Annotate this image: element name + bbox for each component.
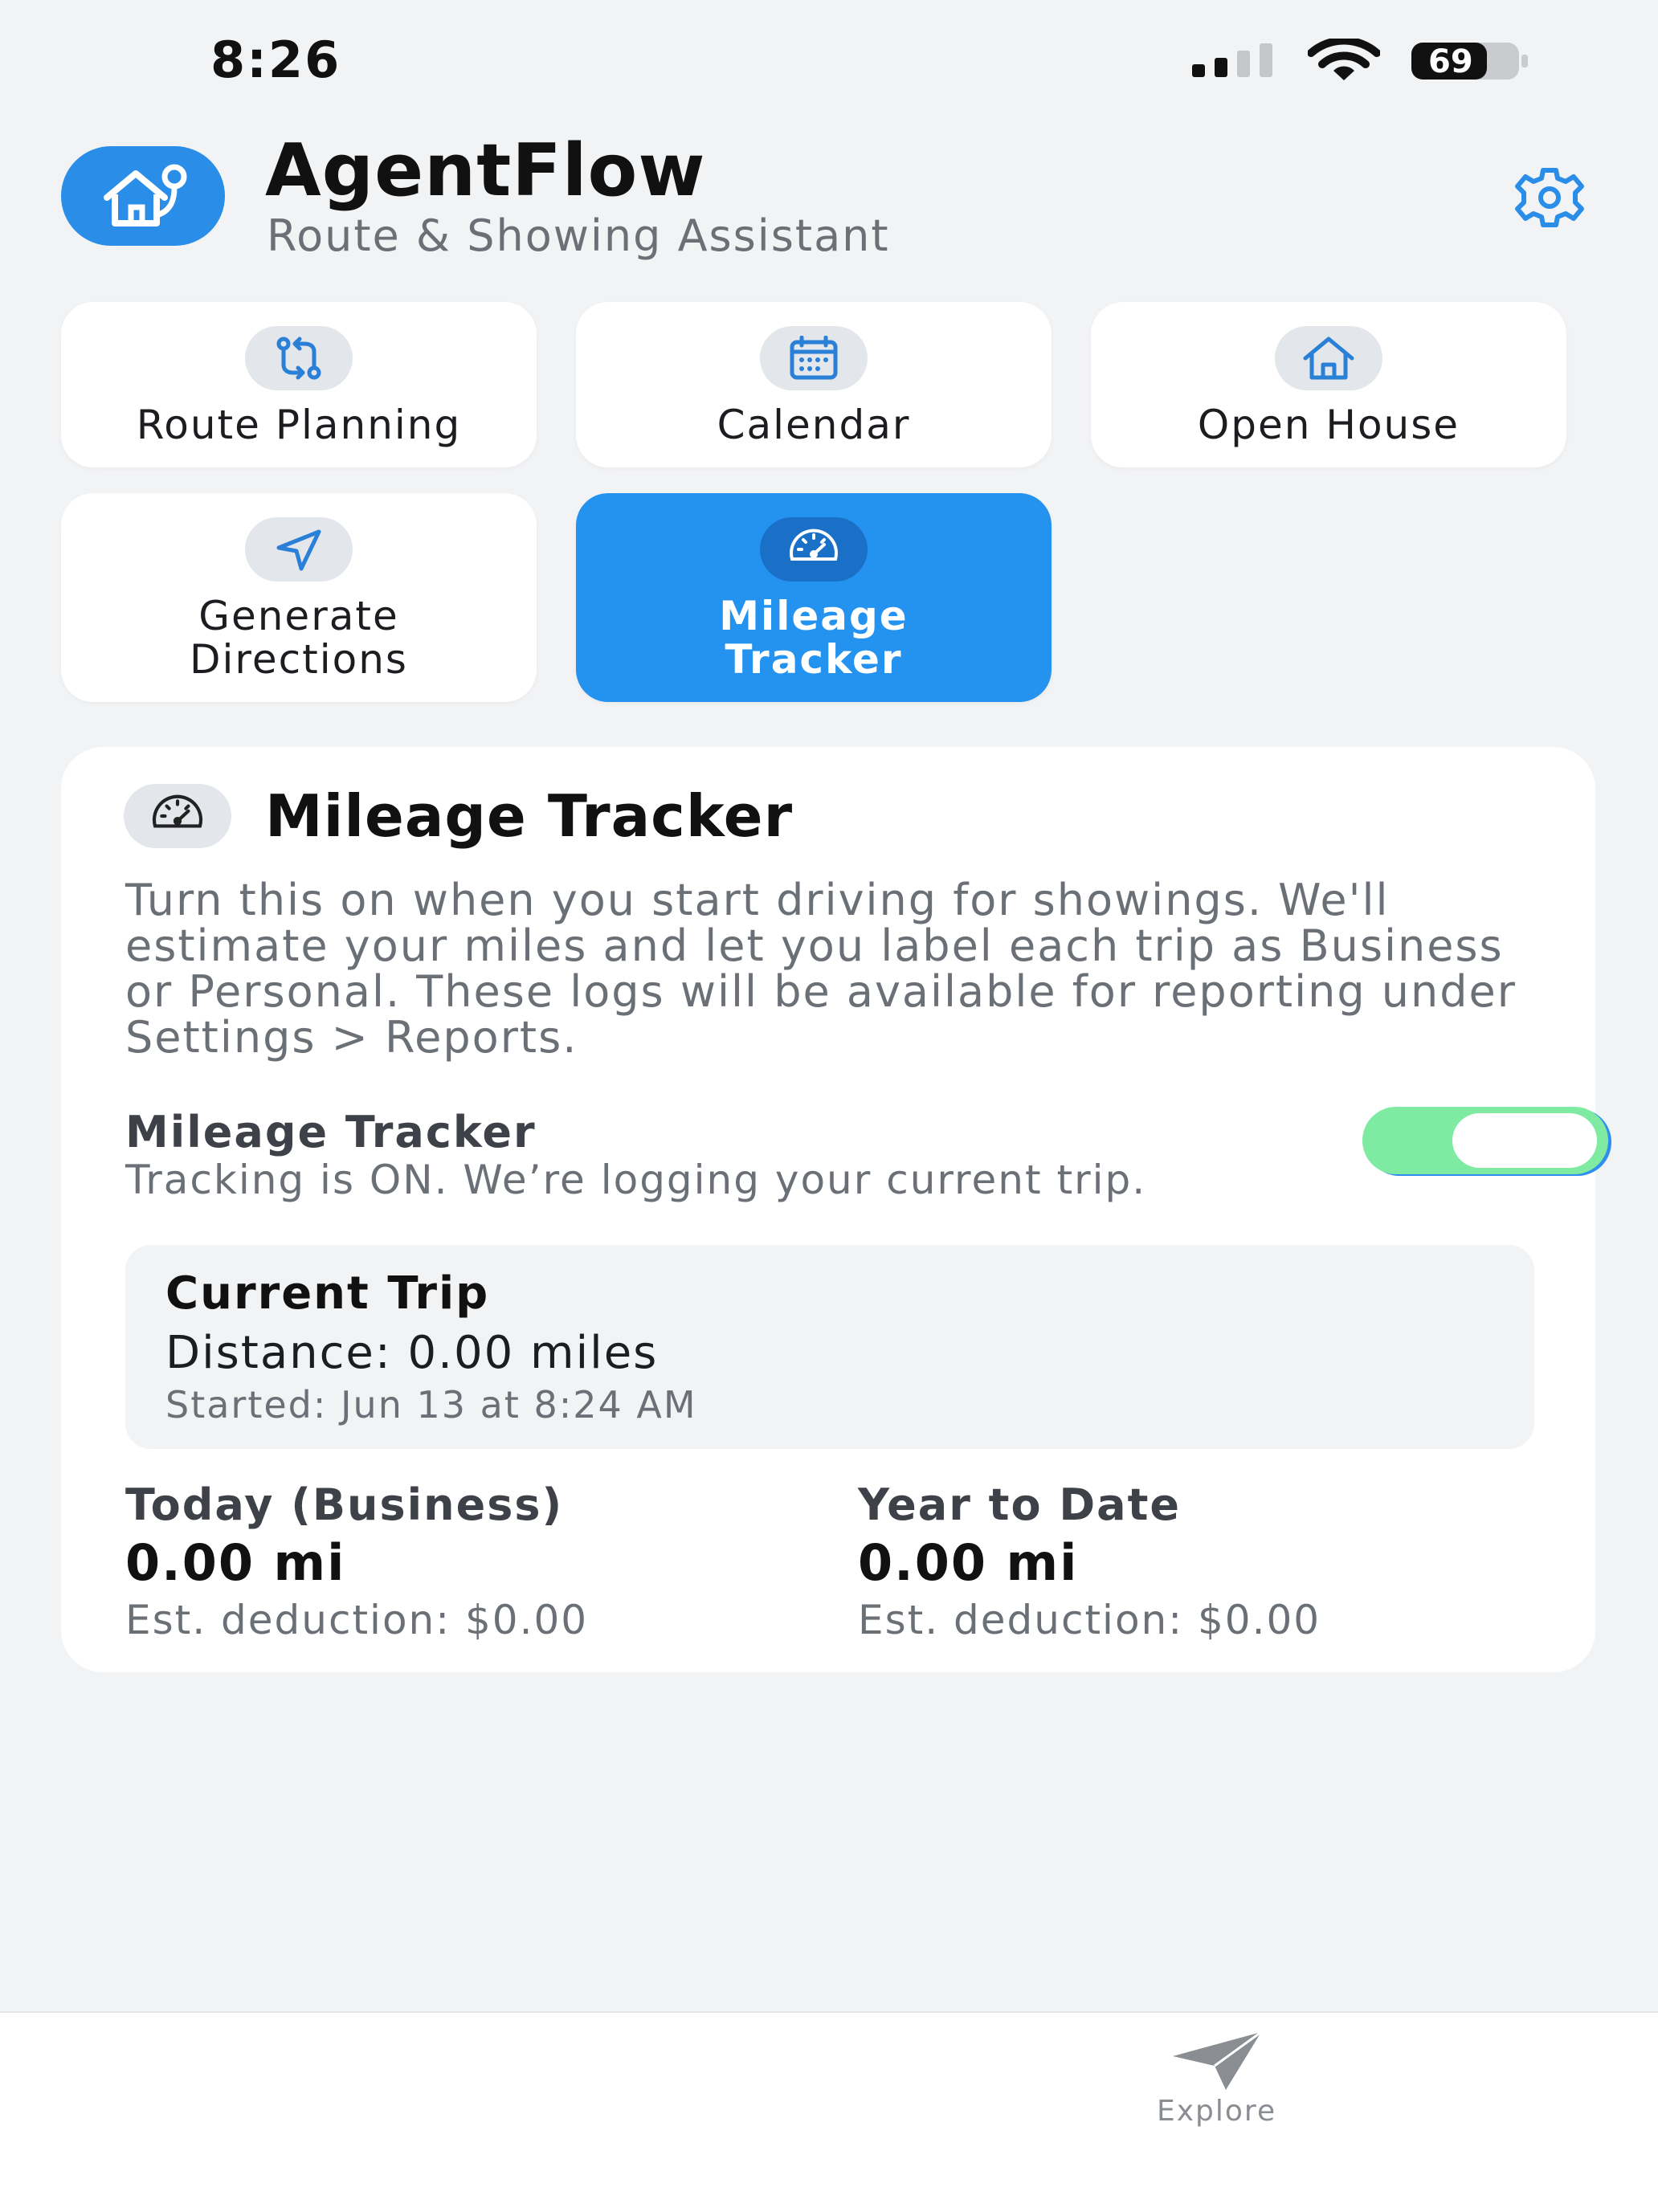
tile-generate-directions[interactable]: Generate Directions — [61, 493, 537, 702]
year-to-date-stat: Year to Date 0.00 mi Est. deduction: $0.… — [858, 1479, 1501, 1643]
speedometer-icon — [760, 517, 868, 582]
tile-open-house[interactable]: Open House — [1091, 302, 1566, 467]
current-trip-started: Started: Jun 13 at 8:24 AM — [165, 1383, 697, 1426]
tile-label: Open House — [1197, 402, 1460, 448]
cellular-signal-icon — [1192, 43, 1272, 77]
app-subtitle: Route & Showing Assistant — [267, 210, 890, 261]
status-time: 8:26 — [210, 31, 341, 89]
toggle-knob — [1452, 1113, 1597, 1168]
tile-mileage-tracker[interactable]: Mileage Tracker — [576, 493, 1052, 702]
app-title: AgentFlow — [265, 129, 706, 213]
current-trip-panel: Current Trip Distance: 0.00 miles Starte… — [125, 1245, 1534, 1449]
tile-calendar[interactable]: Calendar — [576, 302, 1052, 467]
stat-deduction: Est. deduction: $0.00 — [125, 1597, 589, 1643]
tab-explore[interactable]: Explore — [1157, 2029, 1276, 2128]
paper-plane-icon — [1172, 2030, 1262, 2090]
battery-level: 69 — [1428, 43, 1473, 80]
stat-value: 0.00 mi — [125, 1533, 346, 1592]
route-arrows-icon — [245, 326, 353, 390]
house-route-icon — [104, 164, 187, 227]
current-trip-distance: Distance: 0.00 miles — [165, 1327, 659, 1379]
card-title: Mileage Tracker — [265, 782, 794, 850]
settings-button[interactable] — [1504, 165, 1595, 230]
toggle-label: Mileage Tracker — [125, 1107, 537, 1157]
battery-icon: 69 — [1411, 42, 1531, 80]
navigation-arrow-icon — [245, 517, 353, 582]
card-description: Turn this on when you start driving for … — [125, 875, 1517, 1063]
wifi-icon — [1308, 39, 1380, 80]
stat-label: Year to Date — [858, 1479, 1182, 1530]
app-logo — [61, 146, 225, 246]
speedometer-icon — [124, 784, 231, 848]
mileage-tracker-toggle[interactable] — [1362, 1107, 1608, 1174]
stat-deduction: Est. deduction: $0.00 — [858, 1597, 1321, 1643]
tile-label: Generate Directions — [190, 593, 408, 683]
stat-label: Today (Business) — [125, 1479, 564, 1530]
tab-bar: Explore — [0, 2011, 1658, 2212]
tile-route-planning[interactable]: Route Planning — [61, 302, 537, 467]
toggle-status-text: Tracking is ON. We’re logging your curre… — [125, 1157, 1147, 1203]
status-bar: 8:26 69 — [0, 0, 1658, 120]
today-business-stat: Today (Business) 0.00 mi Est. deduction:… — [125, 1479, 768, 1643]
mileage-tracker-card: Mileage Tracker Turn this on when you st… — [61, 747, 1608, 1672]
tile-label: Calendar — [717, 402, 911, 448]
calendar-icon — [760, 326, 868, 390]
tile-label: Route Planning — [136, 402, 462, 448]
stat-value: 0.00 mi — [858, 1533, 1079, 1592]
gear-icon — [1515, 168, 1584, 227]
current-trip-title: Current Trip — [165, 1267, 490, 1320]
house-icon — [1275, 326, 1382, 390]
tile-label: Mileage Tracker — [719, 593, 909, 683]
tab-label: Explore — [1157, 2095, 1277, 2128]
